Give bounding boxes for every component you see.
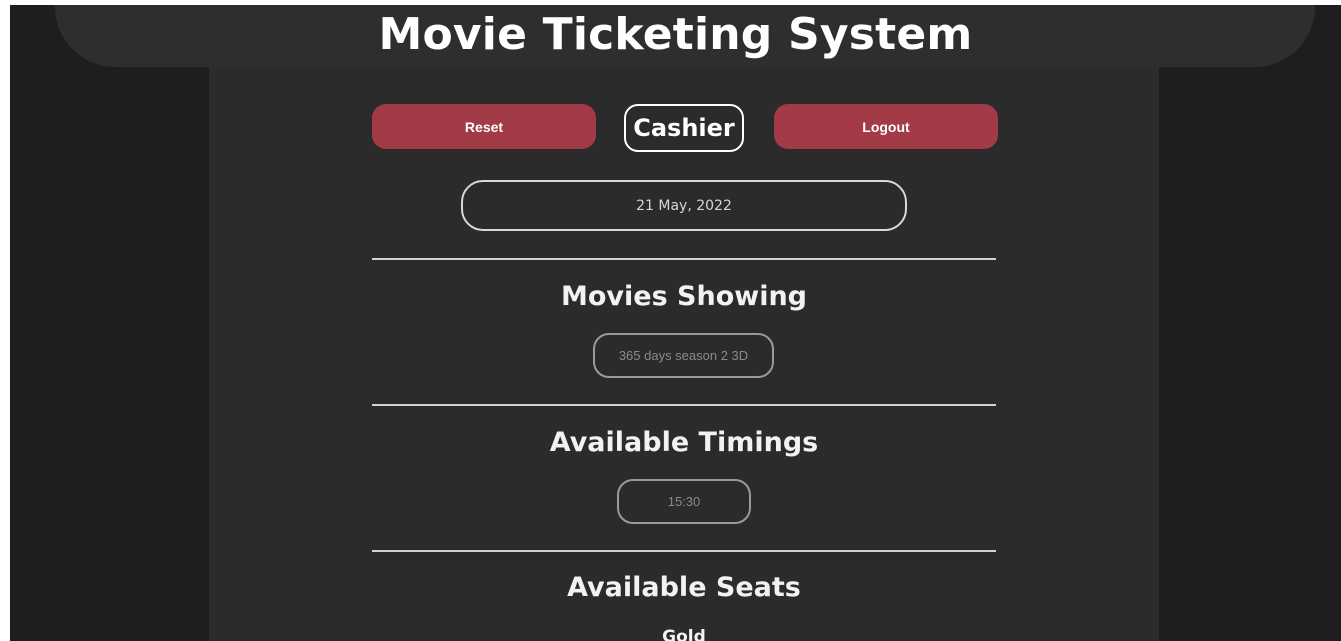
timing-option[interactable]: 15:30 xyxy=(617,479,751,524)
movie-option[interactable]: 365 days season 2 3D xyxy=(593,333,774,378)
app-window: Movie Ticketing System Reset Cashier Log… xyxy=(10,5,1341,641)
movies-section-title: Movies Showing xyxy=(560,281,808,312)
logout-button[interactable]: Logout xyxy=(774,104,998,149)
divider xyxy=(372,550,996,552)
date-field[interactable] xyxy=(461,180,907,231)
timings-section-title: Available Timings xyxy=(549,427,819,458)
app-title: Movie Ticketing System xyxy=(378,9,973,60)
role-badge: Cashier xyxy=(624,104,744,152)
reset-button[interactable]: Reset xyxy=(372,104,596,149)
top-toolbar: Reset Cashier Logout xyxy=(209,104,1159,154)
seat-class-label: Gold xyxy=(662,627,706,641)
seats-section-title: Available Seats xyxy=(567,572,801,603)
main-panel: Reset Cashier Logout Movies Showing 365 … xyxy=(209,67,1159,641)
divider xyxy=(372,404,996,406)
divider xyxy=(372,258,996,260)
